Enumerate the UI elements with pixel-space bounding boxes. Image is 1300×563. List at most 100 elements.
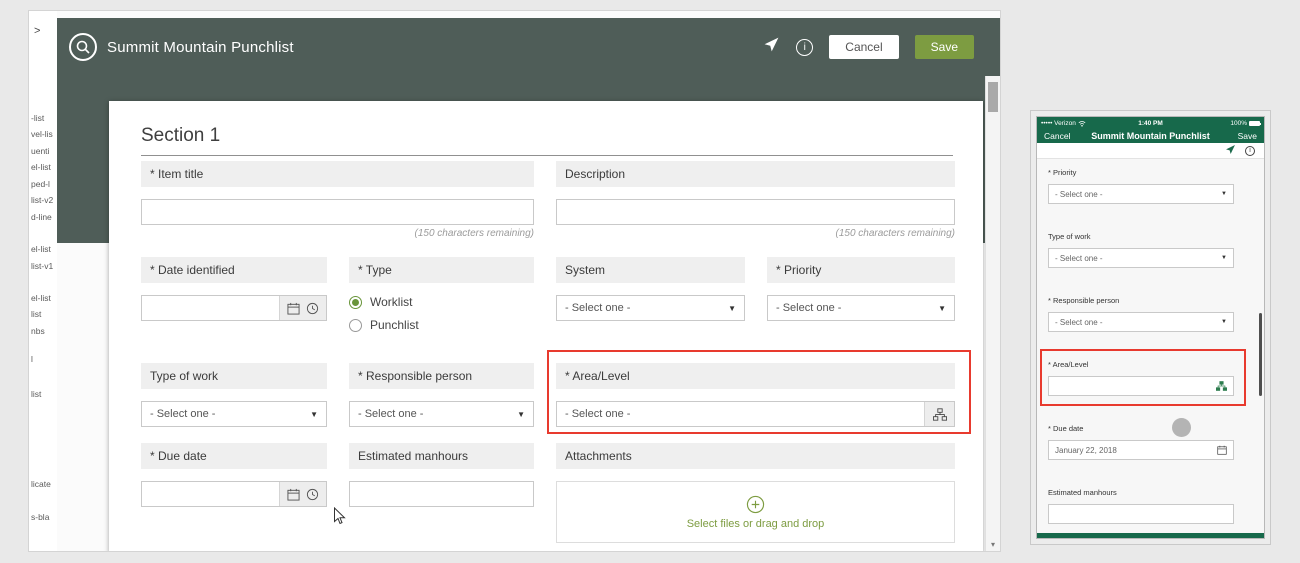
radio-punchlist[interactable]: Punchlist: [349, 318, 534, 332]
sidebar-item[interactable]: vel-lis: [31, 129, 53, 139]
area-level-field: * Area/Level - Select one -: [556, 363, 955, 427]
radio-label: Worklist: [370, 295, 412, 309]
priority-label: * Priority: [1048, 168, 1234, 177]
selected-value: - Select one -: [358, 408, 423, 420]
scrollbar[interactable]: ▾: [985, 76, 1000, 551]
info-icon[interactable]: i: [1245, 146, 1255, 156]
characters-remaining-hint: (150 characters remaining): [556, 228, 955, 239]
due-date-input[interactable]: [141, 481, 327, 507]
sidebar-item[interactable]: d-line: [31, 212, 52, 222]
app-logo-icon: [69, 33, 97, 61]
mobile-cancel-button[interactable]: Cancel: [1044, 131, 1070, 141]
type-of-work-select[interactable]: - Select one - ▼: [1048, 248, 1234, 268]
type-label: * Type: [349, 257, 534, 283]
priority-select[interactable]: - Select one - ▼: [767, 295, 955, 321]
sidebar-item[interactable]: s-bla: [31, 512, 49, 522]
calendar-icon[interactable]: [1217, 445, 1227, 455]
area-level-input[interactable]: [1048, 376, 1234, 396]
item-title-input[interactable]: [141, 199, 534, 225]
touch-indicator-circle: [1172, 418, 1191, 437]
system-label: System: [556, 257, 745, 283]
form-row: * Date identified: [141, 257, 953, 341]
due-date-input[interactable]: January 22, 2018: [1048, 440, 1234, 460]
plus-circle-icon: [746, 495, 765, 514]
radio-unselected-icon[interactable]: [349, 319, 362, 332]
sidebar-item[interactable]: el-list: [31, 293, 51, 303]
app-bar: Summit Mountain Punchlist i Cancel Save: [57, 18, 1000, 76]
responsible-person-select[interactable]: - Select one - ▼: [1048, 312, 1234, 332]
area-level-field: * Area/Level: [1048, 360, 1234, 396]
hierarchy-picker-button[interactable]: [924, 402, 954, 426]
area-level-label: * Area/Level: [556, 363, 955, 389]
sitemap-icon: [933, 408, 947, 421]
sidebar-item[interactable]: -list: [31, 113, 44, 123]
cancel-button[interactable]: Cancel: [829, 35, 898, 59]
chevron-down-icon: ▼: [310, 410, 318, 419]
date-identified-input[interactable]: [141, 295, 327, 321]
mobile-preview-frame: ••••• Verizon 1:40 PM 100% Cancel Summit…: [1030, 110, 1271, 545]
chevron-down-icon: ▼: [517, 410, 525, 419]
mobile-save-button[interactable]: Save: [1238, 131, 1257, 141]
description-input[interactable]: [556, 199, 955, 225]
scrollbar-thumb[interactable]: [988, 82, 998, 112]
main-area: Summit Mountain Punchlist i Cancel Save …: [57, 11, 1000, 551]
area-level-label: * Area/Level: [1048, 360, 1234, 369]
clock-icon[interactable]: [306, 488, 319, 501]
sidebar-item[interactable]: list: [31, 309, 41, 319]
radio-label: Punchlist: [370, 318, 419, 332]
sidebar-item[interactable]: el-list: [31, 162, 51, 172]
calendar-icon[interactable]: [287, 302, 300, 315]
scroll-down-arrow-icon[interactable]: ▾: [986, 540, 1000, 549]
mobile-scrollbar-thumb[interactable]: [1259, 313, 1262, 396]
status-time: 1:40 PM: [1037, 120, 1264, 127]
type-field: * Type Worklist Punchlist: [349, 257, 534, 341]
calendar-icon[interactable]: [287, 488, 300, 501]
sidebar-item[interactable]: uenti: [31, 146, 49, 156]
priority-field: * Priority - Select one - ▼: [767, 257, 955, 341]
sitemap-icon[interactable]: [1216, 381, 1227, 391]
send-icon[interactable]: [1225, 142, 1236, 160]
send-icon[interactable]: [763, 36, 780, 58]
radio-worklist[interactable]: Worklist: [349, 295, 534, 309]
responsible-person-label: * Responsible person: [349, 363, 534, 389]
collapsed-sidebar: > -list vel-lis uenti el-list ped-l list…: [29, 11, 57, 551]
responsible-person-label: * Responsible person: [1048, 296, 1234, 305]
mobile-nav-bar: Cancel Summit Mountain Punchlist Save: [1037, 129, 1264, 143]
clock-icon[interactable]: [306, 302, 319, 315]
file-dropzone[interactable]: Select files or drag and drop: [556, 481, 955, 543]
sidebar-item[interactable]: el-list: [31, 244, 51, 254]
info-icon[interactable]: i: [796, 39, 813, 56]
sidebar-item[interactable]: l: [31, 354, 33, 364]
due-date-field: * Due date January 22, 2018: [1048, 424, 1234, 460]
sidebar-item[interactable]: list-v1: [31, 261, 53, 271]
selected-value: - Select one -: [1055, 190, 1103, 199]
estimated-manhours-input[interactable]: [349, 481, 534, 507]
characters-remaining-hint: (150 characters remaining): [141, 228, 534, 239]
sidebar-item[interactable]: ped-l: [31, 179, 50, 189]
form-row: * Item title (150 characters remaining) …: [141, 161, 953, 239]
sidebar-item[interactable]: list: [31, 389, 41, 399]
page-title: Summit Mountain Punchlist: [107, 39, 294, 56]
sidebar-expand-chevron-icon[interactable]: >: [34, 25, 40, 37]
dropzone-text: Select files or drag and drop: [687, 518, 825, 530]
form-row: * Due date: [141, 443, 953, 543]
sidebar-item[interactable]: nbs: [31, 326, 45, 336]
system-select[interactable]: - Select one - ▼: [556, 295, 745, 321]
date-text-input[interactable]: [142, 296, 279, 320]
type-of-work-select[interactable]: - Select one - ▼: [141, 401, 327, 427]
mobile-screen: ••••• Verizon 1:40 PM 100% Cancel Summit…: [1036, 116, 1265, 539]
save-button[interactable]: Save: [915, 35, 974, 59]
selected-value: - Select one -: [150, 408, 215, 420]
priority-select[interactable]: - Select one - ▼: [1048, 184, 1234, 204]
estimated-manhours-input[interactable]: [1048, 504, 1234, 524]
attachments-field: Attachments Select files or drag and dro…: [556, 443, 955, 543]
radio-selected-icon[interactable]: [349, 296, 362, 309]
sidebar-item[interactable]: licate: [31, 479, 51, 489]
date-identified-field: * Date identified: [141, 257, 327, 341]
sidebar-item[interactable]: list-v2: [31, 195, 53, 205]
description-label: Description: [556, 161, 955, 187]
area-level-select[interactable]: - Select one -: [556, 401, 955, 427]
chevron-down-icon: ▼: [728, 304, 736, 313]
date-text-input[interactable]: [142, 482, 279, 506]
responsible-person-select[interactable]: - Select one - ▼: [349, 401, 534, 427]
